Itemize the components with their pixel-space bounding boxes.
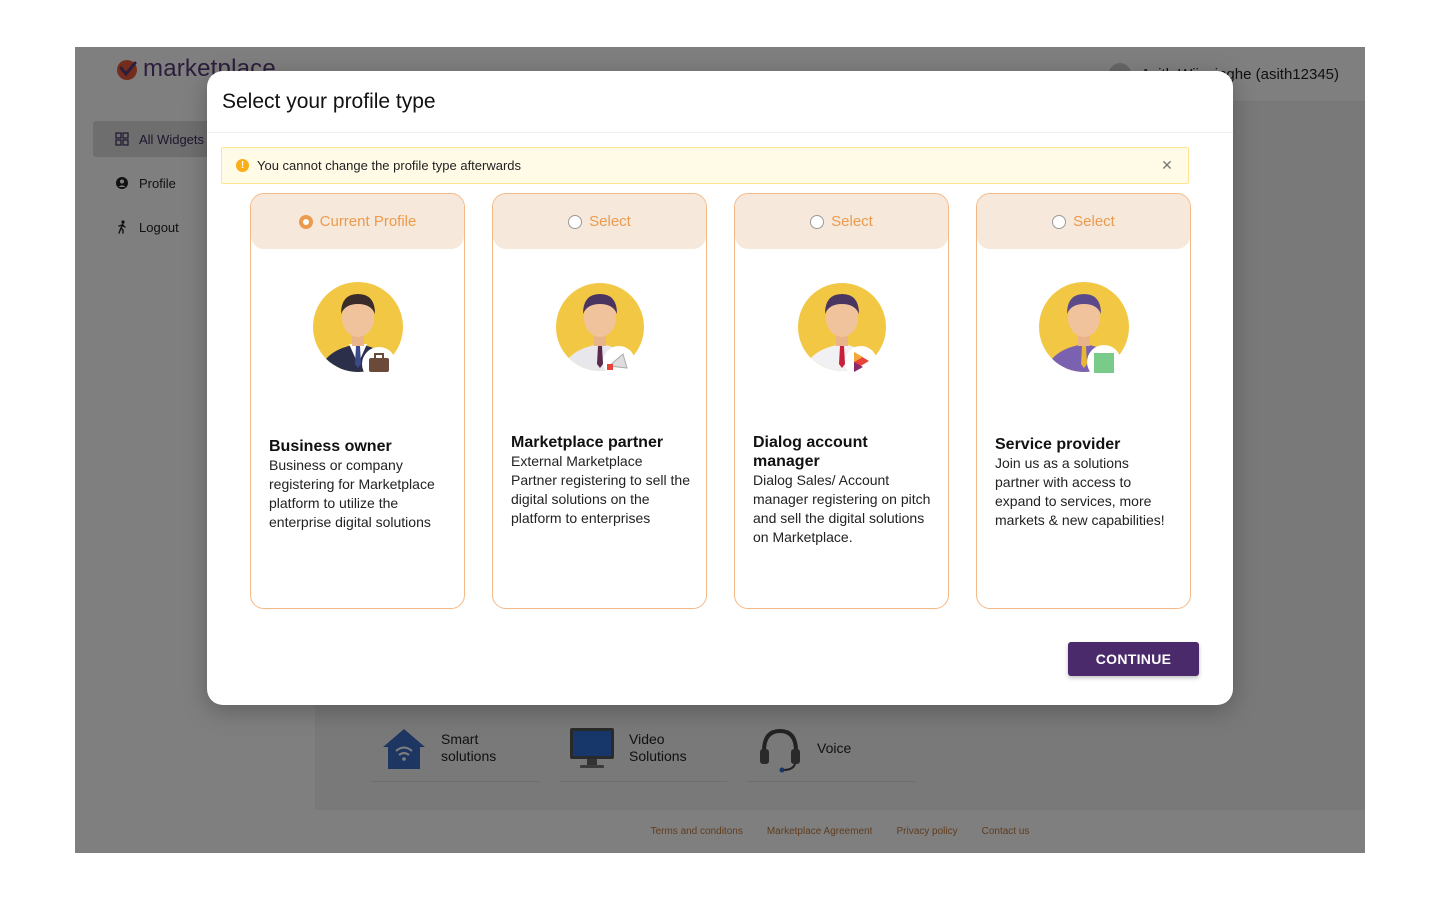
- card-description: Dialog Sales/ Account manager registerin…: [753, 472, 931, 545]
- card-select-label: Current Profile: [319, 213, 417, 230]
- card-text: Business owner Business or company regis…: [269, 437, 450, 532]
- radio-button[interactable]: [1052, 214, 1067, 229]
- card-title: Service provider: [995, 436, 1121, 453]
- business-owner-avatar-icon: [313, 282, 403, 381]
- modal-header: Select your profile type: [207, 71, 1233, 133]
- card-title: Marketplace partner: [511, 434, 664, 451]
- service-provider-avatar-icon: [1039, 282, 1129, 379]
- card-description: Join us as a solutions partner with acce…: [995, 455, 1165, 528]
- profile-type-modal: Select your profile type ! You cannot ch…: [207, 71, 1233, 705]
- card-text: Marketplace partner External Marketplace…: [511, 433, 692, 528]
- card-select-header[interactable]: Current Profile: [251, 194, 464, 249]
- card-select-label: Select: [1073, 213, 1115, 230]
- marketplace-partner-avatar-icon: [556, 283, 644, 378]
- card-text: Service provider Join us as a solutions …: [995, 435, 1176, 530]
- alert-message: You cannot change the profile type after…: [257, 158, 522, 173]
- profile-cards: Current Profile Business owner Business …: [250, 193, 1191, 609]
- card-description: Business or company registering for Mark…: [269, 457, 435, 530]
- continue-button[interactable]: CONTINUE: [1068, 642, 1199, 676]
- card-description: External Marketplace Partner registering…: [511, 453, 690, 526]
- modal-title: Select your profile type: [222, 89, 436, 113]
- profile-card-service-provider[interactable]: Select Service provider Join us as a sol…: [976, 193, 1191, 609]
- warning-alert: ! You cannot change the profile type aft…: [221, 147, 1189, 184]
- card-select-header[interactable]: Select: [493, 194, 706, 249]
- card-title: Dialog account manager: [753, 434, 868, 470]
- card-select-header[interactable]: Select: [977, 194, 1190, 249]
- exclamation-icon: !: [236, 159, 249, 172]
- close-icon[interactable]: ✕: [1160, 158, 1174, 172]
- radio-button[interactable]: [810, 214, 825, 229]
- card-title: Business owner: [269, 438, 392, 455]
- radio-button[interactable]: [298, 214, 313, 229]
- card-select-label: Select: [589, 213, 631, 230]
- profile-card-business-owner[interactable]: Current Profile Business owner Business …: [250, 193, 465, 609]
- radio-button[interactable]: [568, 214, 583, 229]
- dialog-account-manager-avatar-icon: [798, 283, 886, 378]
- card-select-label: Select: [831, 213, 873, 230]
- card-text: Dialog account manager Dialog Sales/ Acc…: [753, 433, 934, 547]
- card-select-header[interactable]: Select: [735, 194, 948, 249]
- profile-card-dialog-account-manager[interactable]: Select Dialog account manager Dialog Sal…: [734, 193, 949, 609]
- profile-card-marketplace-partner[interactable]: Select Marketplace partner External Mark…: [492, 193, 707, 609]
